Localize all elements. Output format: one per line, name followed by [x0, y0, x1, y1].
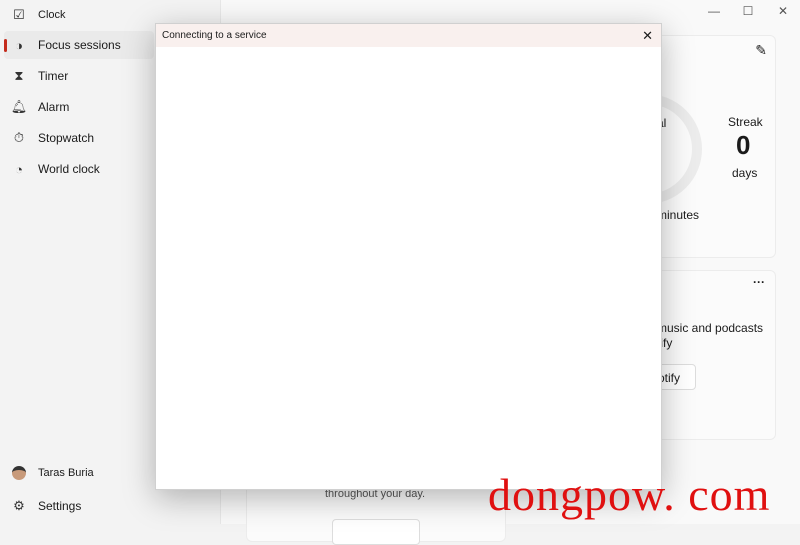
sidebar-item-timer[interactable]: ⧗ Timer [4, 62, 154, 90]
tasks-button[interactable] [332, 519, 420, 545]
sidebar-item-stopwatch[interactable]: ⏱︎ Stopwatch [4, 124, 154, 152]
user-account[interactable]: Taras Buria [4, 459, 154, 487]
sidebar-item-focus-sessions[interactable]: ◑ Focus sessions [4, 31, 154, 59]
clock-app-icon: ☑ [13, 7, 25, 22]
dialog-title: Connecting to a service [162, 30, 267, 41]
hourglass-icon: ⧗ [14, 68, 24, 83]
stopwatch-icon: ⏱︎ [13, 130, 25, 145]
focus-icon: ◑ [15, 37, 23, 53]
close-window-button[interactable]: ✕ [768, 4, 798, 20]
maximize-button[interactable]: ☐ [733, 4, 763, 20]
dialog-close-icon[interactable]: ✕ [642, 28, 653, 44]
app-title-bar: ☑ Clock [12, 7, 66, 22]
connecting-dialog: Connecting to a service ✕ [155, 23, 662, 490]
watermark: dongpow. com [488, 469, 771, 520]
sidebar-item-alarm[interactable]: 🔔︎ Alarm [4, 93, 154, 121]
more-options-icon[interactable]: ··· [753, 275, 765, 289]
globe-icon: ◔ [15, 161, 23, 177]
minimize-button[interactable]: — [699, 4, 729, 20]
avatar [12, 466, 26, 480]
dialog-header: Connecting to a service ✕ [156, 24, 661, 47]
app-title: Clock [38, 9, 66, 21]
edit-icon[interactable]: ✎ [755, 42, 767, 59]
sidebar-item-settings[interactable]: ⚙ Settings [4, 492, 154, 520]
sidebar-item-world-clock[interactable]: ◔ World clock [4, 155, 154, 183]
gear-icon: ⚙ [13, 498, 25, 513]
bell-icon: 🔔︎ [10, 99, 28, 114]
